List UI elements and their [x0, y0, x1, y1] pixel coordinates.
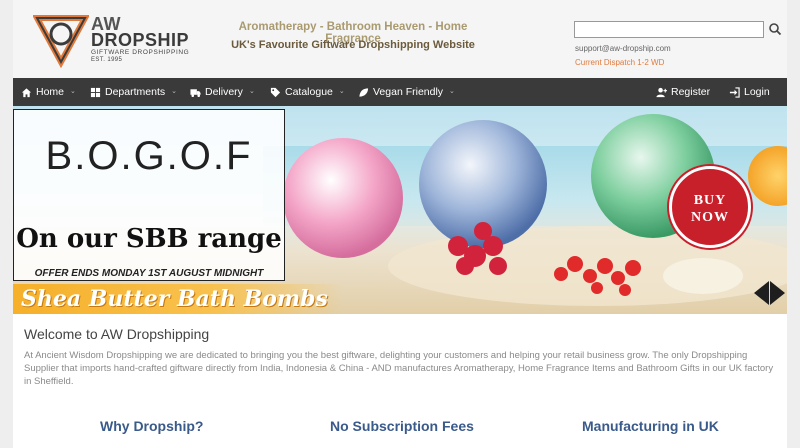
- welcome-title: Welcome to AW Dropshipping: [24, 326, 210, 342]
- feature-why-dropship[interactable]: Why Dropship?: [100, 418, 203, 434]
- grid-icon: [90, 87, 101, 97]
- buy-now-line1: BUY: [693, 193, 727, 208]
- nav-item-delivery[interactable]: Delivery ⌄: [190, 78, 255, 106]
- support-email-link[interactable]: support@aw-dropship.com: [575, 44, 671, 53]
- add-user-icon: [656, 87, 667, 97]
- nav-label-departments: Departments: [105, 86, 166, 98]
- nav-item-catalogue[interactable]: Catalogue ⌄: [270, 78, 345, 106]
- main-nav: Home ⌄ Departments ⌄ Delivery ⌄ Catalogue ⌄ …: [13, 78, 787, 106]
- promo-banner[interactable]: B.O.G.O.F On our SBB range OFFER ENDS MO…: [13, 106, 787, 314]
- chevron-down-icon: ⌄: [171, 88, 177, 95]
- banner-headline: B.O.G.O.F: [45, 134, 253, 178]
- site-header: AW DROPSHIP GIFTWARE DROPSHIPPING EST. 1…: [13, 0, 787, 78]
- register-link[interactable]: Register: [656, 78, 710, 106]
- nav-item-departments[interactable]: Departments ⌄: [90, 78, 177, 106]
- leaf-icon: [359, 87, 369, 97]
- logo-line-est: EST. 1995: [91, 57, 123, 63]
- chevron-down-icon: ⌄: [338, 88, 345, 95]
- nav-label-catalogue: Catalogue: [285, 86, 333, 98]
- buy-now-label[interactable]: BUY NOW: [669, 192, 751, 226]
- truck-icon: [190, 88, 201, 97]
- intro-paragraph: At Ancient Wisdom Dropshipping we are de…: [24, 350, 774, 387]
- dispatch-status: Current Dispatch 1-2 WD: [575, 58, 665, 67]
- logo-line-dropship: DROPSHIP: [91, 30, 190, 50]
- slider-prev-icon[interactable]: [754, 281, 769, 305]
- chevron-down-icon: ⌄: [449, 88, 455, 95]
- nav-label-delivery: Delivery: [205, 86, 243, 98]
- logo-line-giftware: GIFTWARE DROPSHIPPING: [91, 49, 190, 56]
- buy-now-line2: NOW: [691, 210, 729, 225]
- login-label: Login: [744, 86, 770, 98]
- home-icon: [21, 87, 32, 97]
- sign-in-icon: [729, 86, 740, 98]
- nav-label-home: Home: [36, 86, 65, 98]
- chevron-down-icon: ⌄: [70, 88, 76, 95]
- search-input[interactable]: [574, 21, 764, 38]
- login-link[interactable]: Login: [729, 78, 770, 106]
- register-label: Register: [671, 86, 711, 98]
- slider-arrows: [754, 281, 785, 305]
- banner-subhead: On our SBB range: [16, 224, 282, 254]
- main-content: Welcome to AW Dropshipping At Ancient Wi…: [13, 314, 787, 448]
- tag-icon: [270, 87, 281, 97]
- header-tagline-bottom: UK's Favourite Giftware Dropshipping Web…: [231, 39, 475, 51]
- slider-next-icon[interactable]: [770, 281, 785, 305]
- chevron-down-icon: ⌄: [248, 88, 255, 95]
- logo[interactable]: AW DROPSHIP GIFTWARE DROPSHIPPING EST. 1…: [33, 12, 203, 68]
- nav-item-vegan-friendly[interactable]: Vegan Friendly ⌄: [358, 78, 455, 106]
- feature-manufacturing-uk[interactable]: Manufacturing in UK: [582, 418, 719, 434]
- feature-no-subscription-fees[interactable]: No Subscription Fees: [330, 418, 474, 434]
- banner-strip-text: Shea Butter Bath Bombs: [21, 286, 328, 312]
- nav-label-vegan-friendly: Vegan Friendly: [373, 86, 444, 98]
- logo-triangle-icon: [33, 15, 89, 68]
- nav-item-home[interactable]: Home ⌄: [21, 78, 76, 106]
- search-icon[interactable]: [768, 20, 782, 38]
- banner-offer-text: OFFER ENDS MONDAY 1ST AUGUST MIDNIGHT: [34, 268, 264, 279]
- page: AW DROPSHIP GIFTWARE DROPSHIPPING EST. 1…: [13, 0, 787, 448]
